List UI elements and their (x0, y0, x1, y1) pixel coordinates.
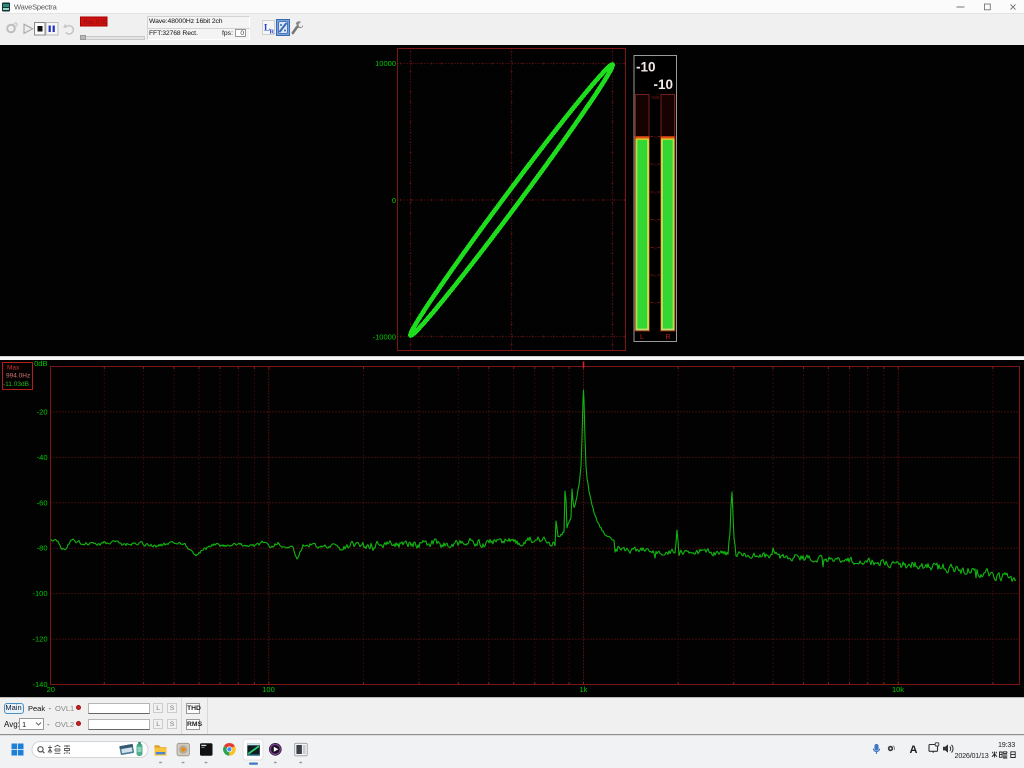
svg-text:A: A (910, 744, 918, 756)
svg-text:-140: -140 (32, 680, 47, 689)
svg-text:-10: -10 (653, 77, 673, 92)
svg-text:10000: 10000 (375, 59, 396, 68)
svg-text:40: 40 (653, 218, 658, 223)
svg-text:-10000: -10000 (373, 333, 396, 342)
svg-text:50: 50 (653, 245, 658, 250)
svg-text:20: 20 (653, 162, 658, 167)
svg-text:-20: -20 (37, 407, 48, 416)
svg-text:10: 10 (653, 135, 658, 140)
svg-text:0dB: 0dB (34, 360, 47, 368)
svg-text:19:33: 19:33 (998, 740, 1015, 749)
svg-text:-11.03dB: -11.03dB (3, 381, 29, 388)
svg-text:L: L (640, 334, 644, 341)
svg-text:20: 20 (47, 685, 55, 694)
svg-text:-100: -100 (32, 589, 47, 598)
svg-text:70: 70 (653, 301, 658, 306)
svg-text:-60: -60 (37, 498, 48, 507)
svg-text:-40: -40 (37, 453, 48, 462)
svg-text:Max: Max (7, 365, 20, 372)
svg-text:1k: 1k (580, 685, 588, 694)
svg-text:-120: -120 (32, 635, 47, 644)
svg-text:R: R (665, 334, 670, 341)
svg-text:994.0Hz: 994.0Hz (6, 373, 30, 380)
svg-text:30: 30 (653, 190, 658, 195)
svg-text:10k: 10k (892, 685, 904, 694)
svg-text:-80: -80 (37, 544, 48, 553)
svg-text:2026/01/13: 2026/01/13 (955, 751, 989, 760)
svg-text:0: 0 (392, 196, 396, 205)
svg-text:100: 100 (262, 685, 275, 694)
svg-text:-10: -10 (636, 60, 656, 75)
svg-text:0dB: 0dB (651, 95, 659, 100)
svg-text:60: 60 (653, 273, 658, 278)
